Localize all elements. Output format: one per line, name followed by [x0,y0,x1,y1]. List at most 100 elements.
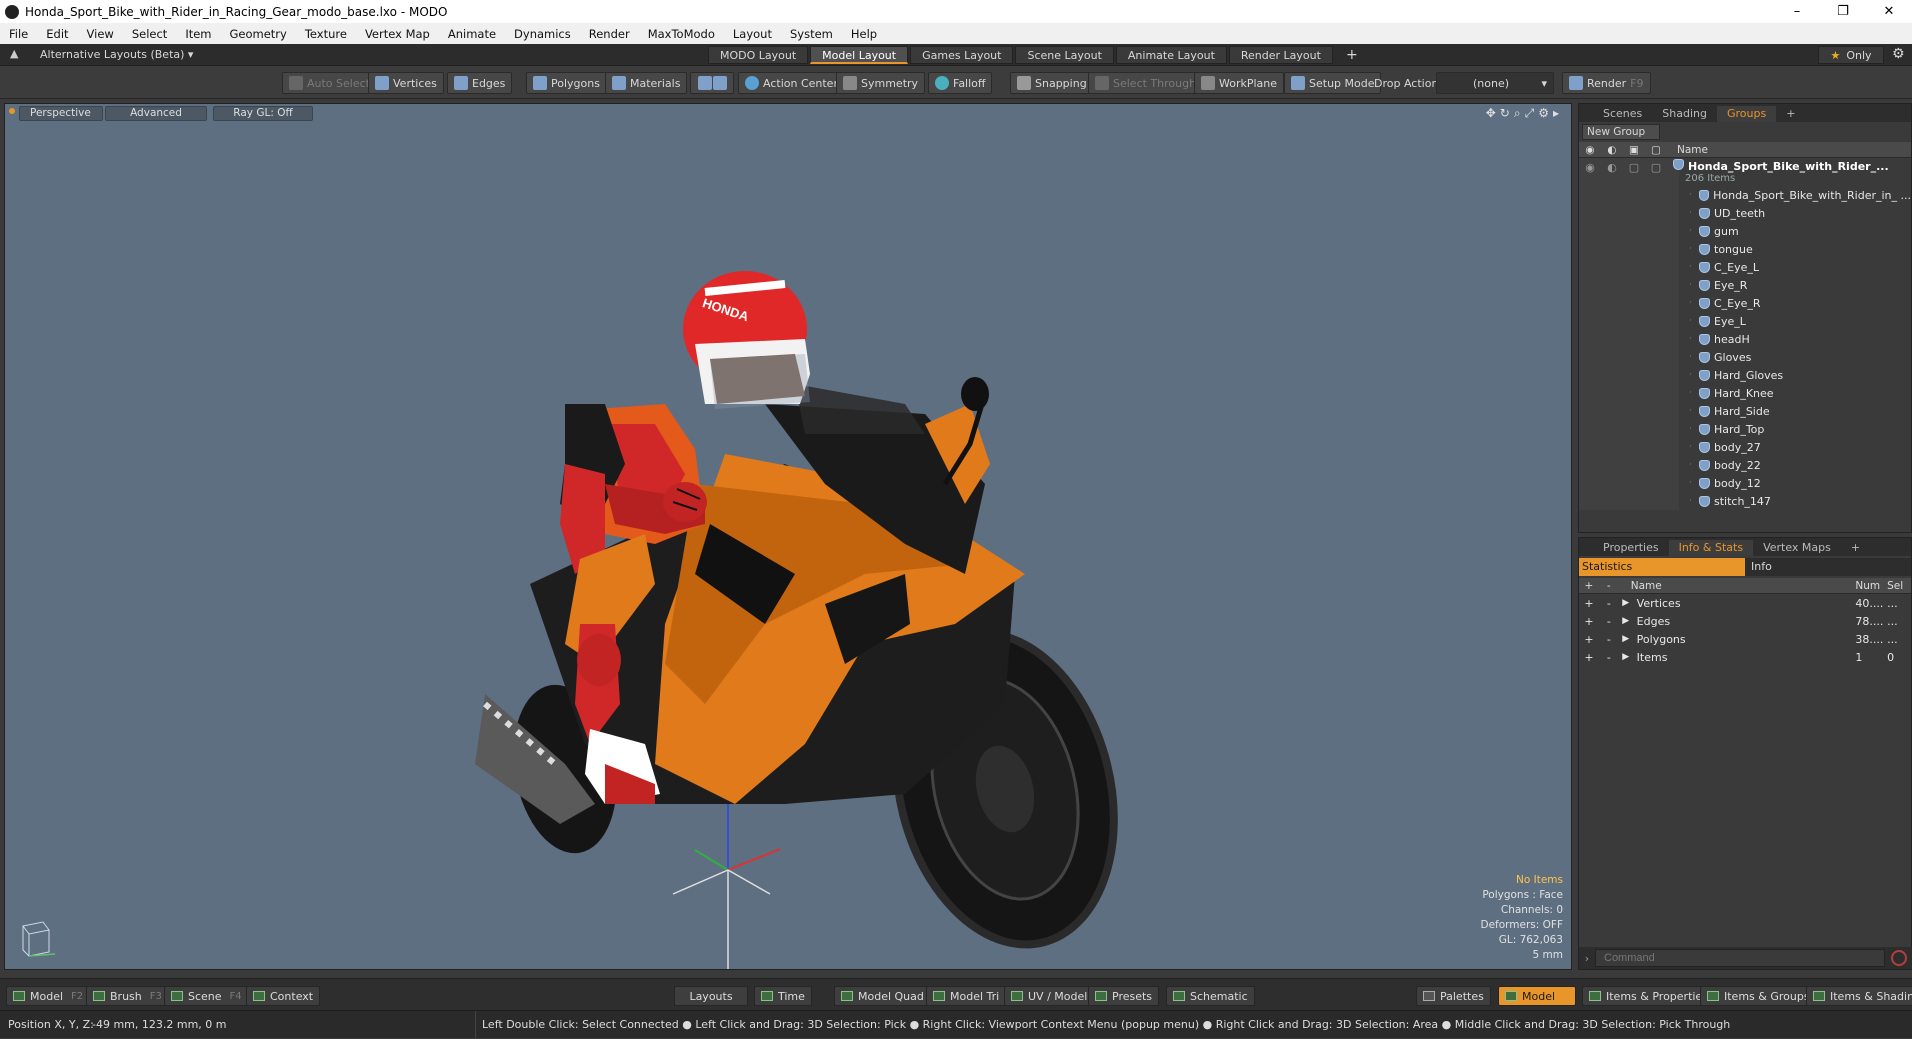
remove-selection-icon[interactable]: - [1599,651,1619,664]
lock-icon[interactable]: ▣ [1623,144,1645,156]
row-render-icon[interactable]: ◐ [1601,161,1623,174]
add-layout-button[interactable]: + [1335,46,1369,64]
expand-triangle-icon[interactable]: ▶ [1619,598,1633,608]
tab-shading[interactable]: Shading [1652,106,1717,122]
schematic-button[interactable]: Schematic [1166,986,1255,1006]
action-center-button[interactable]: Action Center [738,72,845,94]
minimize-button[interactable]: – [1774,0,1820,23]
tab-modo-layout[interactable]: MODO Layout [708,46,809,64]
remove-selection-icon[interactable]: - [1599,615,1619,628]
row-eye-icon[interactable]: ◉ [1579,161,1601,174]
3d-viewport[interactable]: Perspective Advanced Ray GL: Off ✥ ↻ ⌕ ⤢… [4,103,1572,970]
items-properties-button[interactable]: Items & Properties [1582,986,1715,1006]
add-tab-button[interactable]: + [1841,540,1870,556]
tab-groups[interactable]: Groups [1716,106,1777,122]
context-mode-button[interactable]: Context [246,986,321,1006]
presets-button[interactable]: Presets [1088,986,1160,1006]
symmetry-button[interactable]: Symmetry [836,72,926,94]
expand-triangle-icon[interactable]: ▶ [1619,634,1633,644]
menu-select[interactable]: Select [123,27,176,41]
only-toggle[interactable]: ★ Only [1818,46,1884,64]
tab-statistics[interactable]: Statistics [1579,558,1745,576]
add-selection-icon[interactable]: + [1579,597,1599,610]
time-button[interactable]: Time [754,986,812,1006]
group-item-row[interactable]: · Eye_R [1579,276,1911,294]
tab-scene-layout[interactable]: Scene Layout [1015,46,1114,64]
expand-all-icon[interactable]: + [1579,580,1599,592]
record-icon[interactable] [1891,950,1907,966]
stats-row[interactable]: + - ▶ Items 1 0 [1579,648,1911,666]
render-button[interactable]: Render F9 [1562,72,1651,94]
group-item-row[interactable]: · body_22 [1579,456,1911,474]
stats-row[interactable]: + - ▶ Polygons 38....... [1579,630,1911,648]
alt-layouts-dropdown[interactable]: Alternative Layouts (Beta) ▾ [40,48,193,61]
view-cube-icon[interactable] [22,921,56,957]
menu-texture[interactable]: Texture [296,27,356,41]
group-item-row[interactable]: · stitch_147 [1579,492,1911,510]
add-tab-button[interactable]: + [1776,106,1805,122]
workplane-button[interactable]: WorkPlane [1194,72,1285,94]
menu-view[interactable]: View [78,27,123,41]
tab-render-layout[interactable]: Render Layout [1228,46,1333,64]
menu-geometry[interactable]: Geometry [221,27,296,41]
collapse-arrow-icon[interactable]: ▲ [10,47,18,60]
select-through-button[interactable]: Select Through [1088,72,1204,94]
remove-selection-icon[interactable]: - [1599,597,1619,610]
close-button[interactable]: ✕ [1866,0,1912,23]
group-item-row[interactable]: · C_Eye_L [1579,258,1911,276]
snapping-button[interactable]: Snapping [1010,72,1094,94]
remove-selection-icon[interactable]: - [1599,633,1619,646]
collapse-all-icon[interactable]: - [1599,580,1619,592]
menu-render[interactable]: Render [580,27,639,41]
selection-sets-button[interactable] [690,72,734,94]
row-select-icon[interactable]: ▢ [1645,161,1667,174]
brush-mode-button[interactable]: Brush F3 [86,986,169,1006]
stats-row[interactable]: + - ▶ Vertices 40....... [1579,594,1911,612]
items-groups-button[interactable]: Items & Groups [1700,986,1817,1006]
group-item-row[interactable]: · Hard_Top [1579,420,1911,438]
model-tri-button[interactable]: Model Tri [926,986,1007,1006]
falloff-button[interactable]: Falloff [928,72,993,94]
group-item-row[interactable]: · UD_teeth [1579,204,1911,222]
menu-animate[interactable]: Animate [439,27,505,41]
command-input[interactable] [1595,949,1885,967]
maximize-button[interactable]: ❐ [1820,0,1866,23]
new-group-button[interactable]: New Group [1582,124,1660,140]
group-item-row[interactable]: · Eye_L [1579,312,1911,330]
layouts-button[interactable]: Layouts [674,986,748,1006]
materials-button[interactable]: Materials [605,72,688,94]
group-item-row[interactable]: · gum [1579,222,1911,240]
tab-scenes[interactable]: Scenes [1593,106,1652,122]
items-shading-button[interactable]: Items & Shading [1806,986,1912,1006]
stats-row[interactable]: + - ▶ Edges 78....... [1579,612,1911,630]
add-selection-icon[interactable]: + [1579,651,1599,664]
tab-vertex-maps[interactable]: Vertex Maps [1753,540,1841,556]
add-selection-icon[interactable]: + [1579,615,1599,628]
tab-animate-layout[interactable]: Animate Layout [1115,46,1227,64]
group-item-row[interactable]: · Hard_Knee [1579,384,1911,402]
menu-help[interactable]: Help [842,27,886,41]
menu-maxtomodo[interactable]: MaxToModo [639,27,724,41]
group-item-row[interactable]: · C_Eye_R [1579,294,1911,312]
menu-system[interactable]: System [781,27,842,41]
group-item-row[interactable]: · body_27 [1579,438,1911,456]
group-item-row[interactable]: · tongue [1579,240,1911,258]
group-item-row[interactable]: · Gloves [1579,348,1911,366]
tab-properties[interactable]: Properties [1593,540,1669,556]
tab-info-stats[interactable]: Info & Stats [1668,540,1754,556]
model-quad-button[interactable]: Model Quad [834,986,931,1006]
gear-icon[interactable]: ⚙ [1892,46,1905,62]
vertices-button[interactable]: Vertices [368,72,444,94]
add-selection-icon[interactable]: + [1579,633,1599,646]
tab-model-layout[interactable]: Model Layout [810,46,909,64]
row-lock-icon[interactable]: ▢ [1623,161,1645,174]
menu-dynamics[interactable]: Dynamics [505,27,580,41]
auto-select-button[interactable]: Auto Select [282,72,377,94]
tab-info[interactable]: Info [1745,558,1911,576]
drop-action-select[interactable]: (none) ▾ [1436,72,1554,94]
menu-vertex-map[interactable]: Vertex Map [356,27,439,41]
model-mode-button[interactable]: Model F2 [6,986,91,1006]
render-toggle-icon[interactable]: ◐ [1601,144,1623,156]
scene-mode-button[interactable]: Scene F4 [164,986,249,1006]
menu-file[interactable]: File [0,27,37,41]
